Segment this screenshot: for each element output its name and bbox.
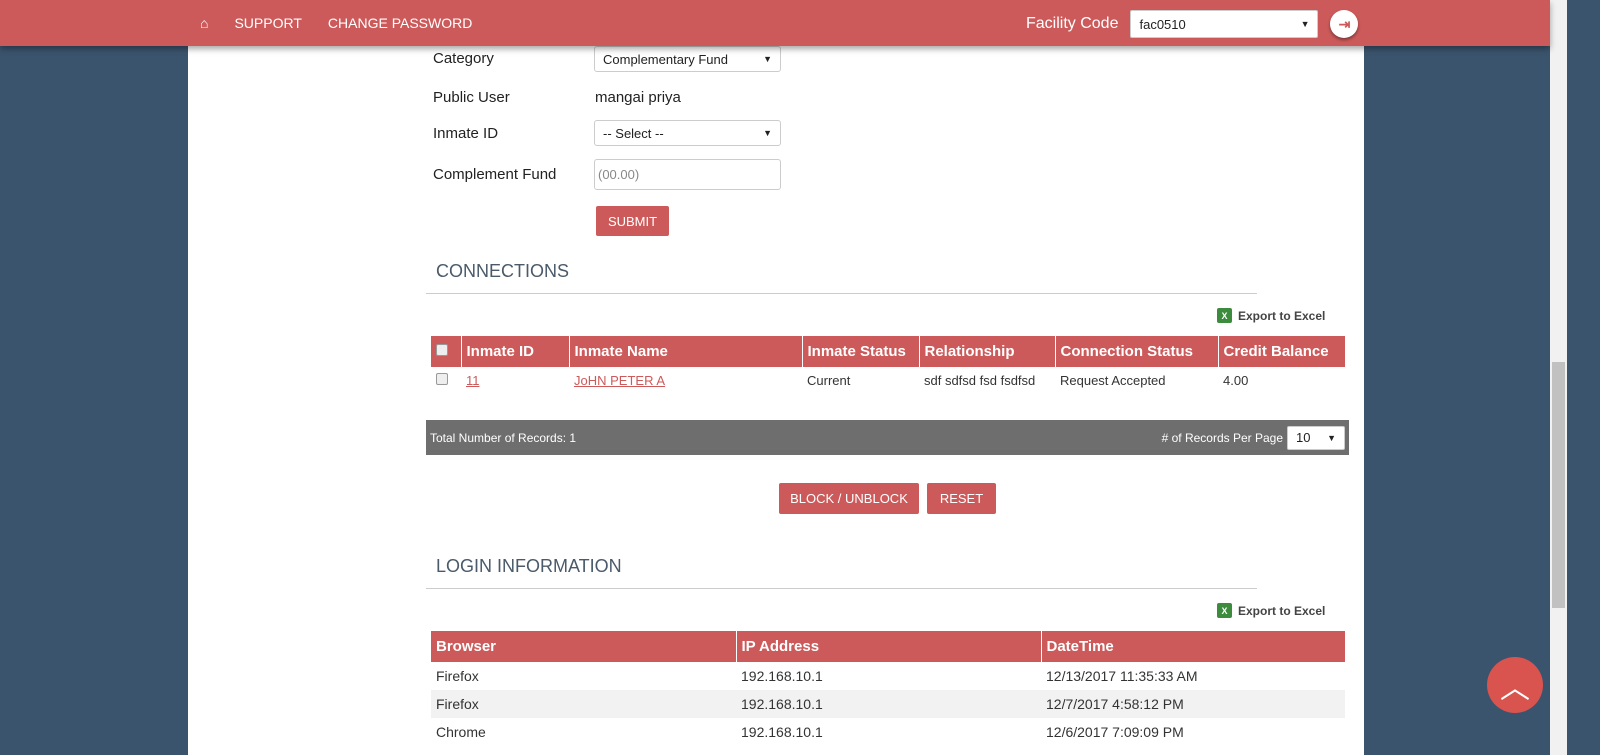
public-user-value: mangai priya bbox=[595, 89, 681, 106]
table-footer: Total Number of Records: 1 # of Records … bbox=[426, 420, 1349, 455]
browser: Firefox bbox=[436, 668, 479, 684]
connection-status: Request Accepted bbox=[1060, 373, 1166, 388]
table-header: Inmate ID Inmate Name Inmate Status Rela… bbox=[431, 336, 1345, 367]
connections-table: Inmate ID Inmate Name Inmate Status Rela… bbox=[431, 336, 1345, 394]
total-records: Total Number of Records: 1 bbox=[430, 430, 577, 445]
datetime: 12/7/2017 4:58:12 PM bbox=[1046, 696, 1184, 712]
facility-code-label: Facility Code bbox=[1026, 15, 1119, 32]
per-page-select[interactable]: 10 ▼ bbox=[1287, 425, 1345, 450]
table-header: Browser IP Address DateTime bbox=[431, 631, 1345, 662]
inmate-id-link[interactable]: 11 bbox=[466, 373, 480, 388]
table-row: Chrome 192.168.10.1 12/6/2017 7:09:09 PM bbox=[431, 718, 1345, 746]
inmate-name-link[interactable]: JoHN PETER A bbox=[574, 373, 665, 388]
per-page-label: # of Records Per Page bbox=[1161, 430, 1283, 445]
caret-down-icon: ▼ bbox=[763, 54, 772, 64]
inmate-id-value: -- Select -- bbox=[603, 125, 664, 141]
export-label: Export to Excel bbox=[1238, 603, 1326, 618]
row-checkbox[interactable] bbox=[431, 367, 461, 394]
ip: 192.168.10.1 bbox=[741, 668, 823, 684]
submit-button[interactable]: SUBMIT bbox=[596, 206, 669, 236]
reset-button[interactable]: RESET bbox=[927, 483, 996, 514]
logout-icon[interactable]: ⇥ bbox=[1330, 10, 1359, 38]
caret-down-icon: ▼ bbox=[1300, 19, 1310, 29]
ip: 192.168.10.1 bbox=[741, 696, 823, 712]
datetime: 12/6/2017 7:09:09 PM bbox=[1046, 724, 1184, 740]
excel-icon: X bbox=[1217, 603, 1232, 618]
col-credit-balance[interactable]: Credit Balance bbox=[1217, 336, 1345, 367]
table-row: Firefox 192.168.10.1 12/13/2017 11:35:33 A… bbox=[431, 662, 1345, 690]
ip: 192.168.10.1 bbox=[741, 724, 823, 740]
complement-fund-label: Complement Fund bbox=[433, 166, 557, 183]
chevron-up-icon: ︿ bbox=[1500, 672, 1530, 705]
login-info-title: LOGIN INFORMATION bbox=[436, 556, 622, 576]
relationship: sdf sdfsd fsd fsdfsd bbox=[924, 373, 1036, 388]
export-excel-button[interactable]: X Export to Excel bbox=[1217, 308, 1325, 323]
col-ip-address: IP Address bbox=[735, 631, 1041, 662]
browser: Firefox bbox=[436, 696, 479, 712]
divider bbox=[426, 293, 1257, 294]
category-value: Complementary Fund bbox=[603, 51, 728, 67]
export-label: Export to Excel bbox=[1238, 308, 1326, 323]
facility-value: fac0510 bbox=[1139, 16, 1186, 32]
col-datetime: DateTime bbox=[1040, 631, 1345, 662]
login-table: Browser IP Address DateTime Firefox 192.1… bbox=[431, 631, 1345, 746]
col-relationship[interactable]: Relationship bbox=[918, 336, 1055, 367]
col-inmate-id[interactable]: Inmate ID bbox=[460, 336, 569, 367]
category-select[interactable]: Complementary Fund ▼ bbox=[594, 46, 781, 72]
public-user-label: Public User bbox=[433, 89, 510, 106]
divider bbox=[426, 588, 1257, 589]
col-inmate-name[interactable]: Inmate Name bbox=[568, 336, 802, 367]
excel-icon: X bbox=[1217, 308, 1232, 323]
home-icon[interactable]: ⌂ bbox=[200, 15, 208, 31]
per-page-value: 10 bbox=[1296, 430, 1311, 445]
col-connection-status[interactable]: Connection Status bbox=[1054, 336, 1218, 367]
col-inmate-status[interactable]: Inmate Status bbox=[801, 336, 919, 367]
complement-fund-input[interactable]: (00.00) bbox=[594, 159, 781, 190]
connections-title: CONNECTIONS bbox=[436, 261, 570, 281]
block-unblock-button[interactable]: BLOCK / UNBLOCK bbox=[779, 483, 919, 514]
nav-support[interactable]: SUPPORT bbox=[234, 15, 301, 31]
inmate-status: Current bbox=[807, 373, 851, 388]
table-row: 11 JoHN PETER A Current sdf sdfsd fsd fs… bbox=[431, 367, 1345, 394]
caret-down-icon: ▼ bbox=[1327, 432, 1336, 443]
top-navbar: ⌂ SUPPORT CHANGE PASSWORD Facility Code … bbox=[0, 0, 1550, 46]
datetime: 12/13/2017 11:35:33 AM bbox=[1046, 668, 1198, 684]
facility-code-select[interactable]: fac0510 ▼ bbox=[1130, 10, 1319, 38]
select-all-checkbox[interactable] bbox=[431, 336, 461, 367]
scrollbar-thumb[interactable] bbox=[1552, 362, 1565, 608]
fund-placeholder: (00.00) bbox=[598, 167, 640, 182]
category-label: Category bbox=[433, 50, 494, 67]
table-row: Firefox 192.168.10.1 12/7/2017 4:58:12 PM bbox=[431, 690, 1345, 718]
inmate-id-label: Inmate ID bbox=[433, 125, 499, 142]
inmate-id-select[interactable]: -- Select -- ▼ bbox=[594, 120, 781, 146]
credit-balance: 4.00 bbox=[1223, 373, 1249, 388]
export-excel-button[interactable]: X Export to Excel bbox=[1217, 603, 1325, 618]
caret-down-icon: ▼ bbox=[763, 128, 772, 138]
scroll-to-top-button[interactable]: ︿ bbox=[1487, 657, 1543, 713]
col-browser: Browser bbox=[431, 631, 736, 662]
browser: Chrome bbox=[436, 724, 486, 740]
nav-change-password[interactable]: CHANGE PASSWORD bbox=[328, 15, 472, 31]
